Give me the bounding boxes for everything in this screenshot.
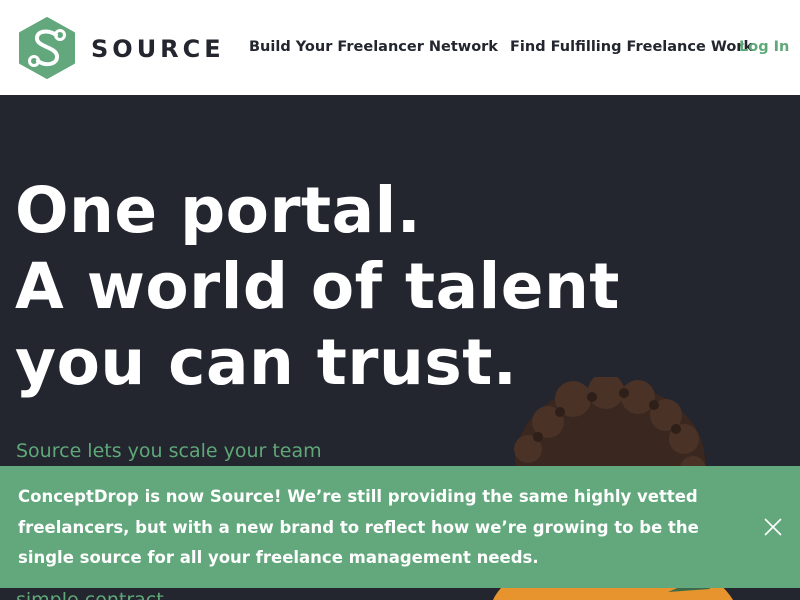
nav-login-link[interactable]: Log In bbox=[739, 38, 789, 56]
headline-line-1: One portal. bbox=[15, 174, 422, 247]
nav-find-work-link[interactable]: Find Fulfilling Freelance Work bbox=[510, 38, 753, 56]
hero-headline: One portal. A world of talent you can tr… bbox=[15, 173, 620, 401]
announcement-banner: ConceptDrop is now Source! We’re still p… bbox=[0, 466, 800, 588]
banner-message: ConceptDrop is now Source! We’re still p… bbox=[18, 487, 699, 567]
nav-build-network-link[interactable]: Build Your Freelancer Network bbox=[249, 38, 498, 56]
site-header: SOURCE Build Your Freelancer Network Fin… bbox=[0, 0, 800, 95]
hero-subtext: Source lets you scale your team bbox=[16, 440, 322, 462]
hero-subtext-partial: simple contract bbox=[16, 589, 164, 600]
logo-icon[interactable] bbox=[18, 17, 76, 79]
logo-text[interactable]: SOURCE bbox=[91, 34, 225, 64]
close-icon[interactable] bbox=[762, 516, 784, 538]
headline-line-2: A world of talent bbox=[15, 250, 620, 323]
